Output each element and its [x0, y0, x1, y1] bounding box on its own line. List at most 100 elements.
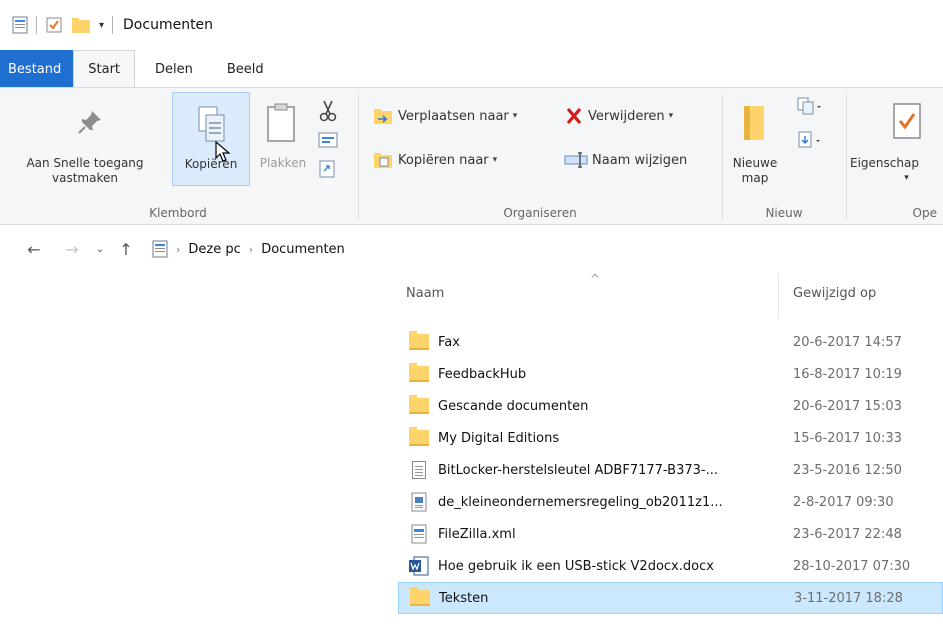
file-modified: 20-6-2017 15:03 — [793, 398, 902, 414]
new-folder-quick-icon[interactable] — [71, 16, 91, 34]
group-klembord: Aan Snelle toegang vastmaken Kopiëren Pl… — [0, 88, 356, 226]
new-folder-label-line2: map — [741, 171, 769, 185]
up-arrow-icon[interactable]: ↑ — [114, 237, 138, 261]
xml-file-icon — [408, 523, 430, 545]
new-item-icon[interactable] — [796, 96, 822, 120]
copy-to-icon — [372, 151, 394, 169]
new-folder-button[interactable]: Nieuwe map — [724, 92, 786, 186]
list-item[interactable]: My Digital Editions 15-6-2017 10:33 — [398, 422, 943, 454]
sort-ascending-icon: ^ — [590, 272, 601, 286]
properties-button[interactable]: Eigenschap ▾ — [848, 92, 943, 186]
file-modified: 15-6-2017 10:33 — [793, 430, 902, 446]
copy-to-dropdown-icon: ▾ — [492, 155, 498, 165]
forward-arrow-icon[interactable]: → — [60, 237, 84, 261]
group-label-organiseren: Organiseren — [503, 206, 577, 220]
delete-label: Verwijderen — [588, 108, 665, 124]
window-title: Documenten — [123, 17, 214, 33]
rename-button[interactable]: Naam wijzigen — [564, 148, 687, 172]
properties-dropdown-icon: ▾ — [904, 173, 909, 183]
pin-icon — [76, 108, 104, 139]
clipboard-icon — [266, 102, 296, 147]
title-separator — [112, 16, 114, 34]
group-label-klembord: Klembord — [149, 206, 207, 220]
folder-icon — [408, 395, 430, 417]
list-item[interactable]: BitLocker-herstelsleutel ADBF7177-B373-.… — [398, 454, 943, 486]
file-name: de_kleineondernemersregeling_ob2011z1... — [438, 494, 723, 510]
mouse-cursor-icon — [215, 140, 231, 166]
move-to-button[interactable]: Verplaatsen naar ▾ — [372, 104, 517, 128]
move-to-icon — [372, 107, 394, 125]
list-item[interactable]: Fax 20-6-2017 14:57 — [398, 326, 943, 358]
back-arrow-icon[interactable]: ← — [22, 237, 46, 261]
breadcrumb-chevron-icon[interactable]: › — [249, 243, 253, 256]
quick-access-dropdown-icon[interactable]: ▾ — [99, 20, 104, 31]
pin-quick-access-button[interactable]: Aan Snelle toegang vastmaken — [0, 92, 170, 186]
breadcrumb-chevron-icon[interactable]: › — [176, 243, 180, 256]
file-name: Fax — [438, 334, 460, 350]
list-item[interactable]: FeedbackHub 16-8-2017 10:19 — [398, 358, 943, 390]
rename-label: Naam wijzigen — [592, 152, 688, 168]
paste-button[interactable]: Plakken — [252, 92, 314, 186]
file-name: Gescande documenten — [438, 398, 589, 414]
easy-access-icon[interactable] — [796, 130, 822, 154]
tab-beeld[interactable]: Beeld — [207, 50, 278, 88]
list-item[interactable]: de_kleineondernemersregeling_ob2011z1...… — [398, 486, 943, 518]
file-modified: 16-8-2017 10:19 — [793, 366, 902, 382]
file-name: My Digital Editions — [438, 430, 560, 446]
file-modified: 23-5-2016 12:50 — [793, 462, 902, 478]
breadcrumb-documenten[interactable]: Documenten — [261, 242, 345, 257]
folder-icon — [408, 331, 430, 353]
list-item[interactable]: FileZilla.xml 23-6-2017 22:48 — [398, 518, 943, 550]
file-name: Hoe gebruik ik een USB-stick V2docx.docx — [438, 558, 714, 574]
paste-label: Plakken — [259, 156, 307, 170]
copy-to-button[interactable]: Kopiëren naar ▾ — [372, 148, 497, 172]
tab-delen[interactable]: Delen — [135, 50, 207, 88]
group-nieuw: Nieuwe map Nieuw — [724, 88, 844, 226]
column-header-name[interactable]: Naam — [406, 286, 444, 310]
list-item[interactable]: Gescande documenten 20-6-2017 15:03 — [398, 390, 943, 422]
folder-icon — [409, 587, 431, 609]
tab-bestand[interactable]: Bestand — [0, 50, 74, 88]
file-list: Fax 20-6-2017 14:57 FeedbackHub 16-8-201… — [398, 326, 943, 614]
pdf-file-icon — [408, 491, 430, 513]
copy-to-label: Kopiëren naar — [398, 152, 489, 168]
group-label-nieuw: Nieuw — [765, 206, 803, 220]
group-divider — [846, 94, 847, 220]
move-to-label: Verplaatsen naar — [398, 108, 509, 124]
group-openen: Eigenschap ▾ Ope — [848, 88, 943, 226]
address-bar: ← → ⌄ ↑ › Deze pc › Documenten — [0, 229, 943, 269]
cut-scissors-icon[interactable] — [318, 100, 338, 126]
list-item-selected[interactable]: Teksten 3-11-2017 18:28 — [398, 582, 943, 614]
file-name: BitLocker-herstelsleutel ADBF7177-B373-.… — [438, 462, 718, 478]
paste-shortcut-icon[interactable] — [318, 160, 336, 182]
copy-path-icon[interactable] — [318, 132, 338, 152]
file-modified: 20-6-2017 14:57 — [793, 334, 902, 350]
column-header-modified[interactable]: Gewijzigd op — [793, 286, 876, 310]
title-bar: ▾ Documenten — [0, 0, 943, 50]
file-name: FeedbackHub — [438, 366, 527, 382]
copy-button[interactable]: Kopiëren — [172, 92, 250, 186]
delete-dropdown-icon: ▾ — [668, 111, 674, 121]
column-divider[interactable] — [778, 274, 779, 318]
group-organiseren: Verplaatsen naar ▾ Kopiëren naar ▾ Verwi… — [360, 88, 720, 226]
breadcrumb-deze-pc[interactable]: Deze pc — [188, 242, 240, 257]
text-file-icon — [408, 459, 430, 481]
recent-locations-chevron-icon[interactable]: ⌄ — [88, 237, 112, 261]
ribbon-tabs: Bestand Start Delen Beeld — [0, 50, 943, 88]
file-modified: 28-10-2017 07:30 — [793, 558, 911, 574]
new-folder-icon — [738, 102, 772, 147]
delete-button[interactable]: Verwijderen ▾ — [564, 104, 673, 128]
delete-x-icon — [564, 107, 584, 125]
pin-label-line1: Aan Snelle toegang — [26, 156, 144, 170]
folder-icon — [408, 427, 430, 449]
move-to-dropdown-icon: ▾ — [512, 111, 518, 121]
title-separator — [36, 16, 37, 34]
list-item[interactable]: Hoe gebruik ik een USB-stick V2docx.docx… — [398, 550, 943, 582]
properties-icon — [892, 102, 922, 145]
checkmark-quick-icon[interactable] — [45, 16, 63, 34]
pin-label-line2: vastmaken — [52, 171, 118, 185]
file-name: FileZilla.xml — [438, 526, 516, 542]
tab-start[interactable]: Start — [73, 50, 136, 88]
properties-quick-icon[interactable] — [12, 16, 28, 34]
rename-icon — [564, 152, 588, 168]
